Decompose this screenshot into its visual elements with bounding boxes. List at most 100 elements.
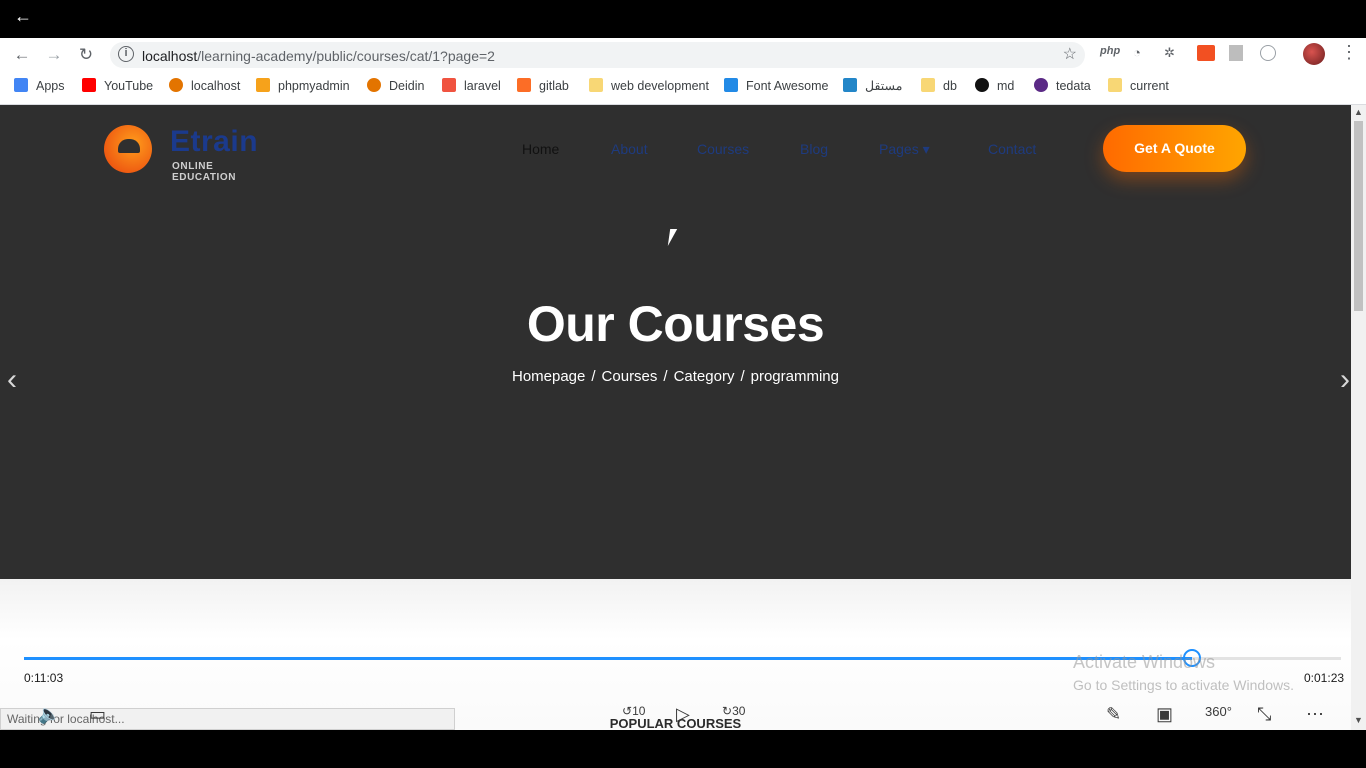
forward-label: 30 [732, 704, 746, 718]
tedata-icon [1034, 78, 1048, 92]
scroll-up-icon[interactable]: ▲ [1354, 107, 1363, 117]
more-options-icon[interactable]: ⋯ [1306, 704, 1324, 725]
etrain-logo-icon [104, 125, 152, 173]
site-logo[interactable]: Etrain ONLINE EDUCATION [104, 125, 274, 183]
browser-forward-icon[interactable]: → [43, 44, 65, 66]
bookmark-label: localhost [191, 79, 241, 93]
bug-extension-icon[interactable]: ✲ [1164, 45, 1175, 61]
bookmark-label: Font Awesome [746, 79, 829, 93]
mouse-cursor-icon [667, 229, 685, 246]
nav-contact[interactable]: Contact [988, 141, 1036, 157]
breadcrumb-separator: / [740, 368, 745, 385]
player-bottom-bar [0, 730, 1366, 768]
off-extension-icon[interactable] [1197, 45, 1215, 61]
profile-avatar[interactable] [1303, 43, 1325, 65]
folder-icon [921, 78, 935, 92]
github-icon [975, 78, 989, 92]
bookmark-localhost[interactable]: localhost [169, 76, 240, 96]
bookmark-label: tedata [1056, 79, 1091, 93]
captions-icon[interactable]: ▭ [89, 704, 106, 725]
browser-back-icon[interactable]: ← [11, 44, 33, 66]
url-path: /learning-academy/public/courses/cat/1?p… [197, 48, 495, 64]
bookmark-deidin[interactable]: Deidin [367, 76, 424, 96]
h-extension-icon[interactable] [1260, 45, 1276, 61]
logo-name: Etrain [170, 125, 259, 158]
bookmark-label: md [997, 79, 1015, 93]
bookmark-laravel[interactable]: laravel [442, 76, 501, 96]
nav-blog[interactable]: Blog [800, 141, 828, 157]
phpmyadmin-icon [256, 78, 270, 92]
page-scrollbar[interactable]: ▲ ▼ [1351, 105, 1366, 730]
page-title: Our Courses [526, 296, 825, 352]
gitlab-icon [517, 78, 531, 92]
bookmark-label: phpmyadmin [278, 79, 350, 93]
forward-30-icon[interactable]: ↻30 [722, 704, 745, 718]
activate-windows-title: Activate Windows [1073, 652, 1216, 672]
laravel-icon [442, 78, 456, 92]
folder-icon [589, 78, 603, 92]
speed-extension-icon[interactable]: ◔ [1133, 45, 1141, 60]
breadcrumb-category[interactable]: Category [674, 368, 735, 385]
reload-icon[interactable]: ↻ [75, 44, 97, 66]
address-bar[interactable]: i localhost/learning-academy/public/cour… [110, 42, 1085, 68]
nav-pages[interactable]: Pages ▾ [879, 141, 930, 158]
scrollbar-thumb[interactable] [1354, 121, 1363, 311]
pen-icon[interactable]: ✎ [1106, 704, 1121, 725]
mini-view-icon[interactable]: ▣ [1156, 704, 1173, 725]
video-player-controls: 0:11:03 0:01:23 Activate Windows Go to S… [0, 579, 1351, 731]
bookmark-label: gitlab [539, 79, 569, 93]
bookmark-db[interactable]: db [921, 76, 957, 96]
bookmark-web-development[interactable]: web development [589, 76, 709, 96]
logo-subtitle: ONLINE EDUCATION [172, 161, 237, 183]
bookmark-star-icon[interactable]: ☆ [1063, 44, 1077, 64]
volume-icon[interactable]: 🔈 [38, 704, 60, 725]
bookmark-mostaql[interactable]: مستقل [843, 76, 902, 96]
bookmark-label: مستقل [865, 79, 903, 93]
bookmark-font-awesome[interactable]: Font Awesome [724, 76, 828, 96]
doc-extension-icon[interactable] [1229, 45, 1243, 61]
breadcrumb-separator: / [591, 368, 596, 385]
get-a-quote-button[interactable]: Get A Quote [1103, 125, 1246, 172]
bookmark-apps[interactable]: Apps [14, 76, 65, 96]
breadcrumb: Homepage / Courses / Category / programming [0, 368, 1351, 385]
localhost-icon [169, 78, 183, 92]
breadcrumb-homepage[interactable]: Homepage [512, 368, 585, 385]
seek-bar-progress [24, 657, 1193, 660]
rewind-label: 10 [632, 704, 646, 718]
bookmark-current[interactable]: current [1108, 76, 1169, 96]
back-arrow-icon[interactable]: ← [14, 6, 32, 27]
bookmark-md[interactable]: md [975, 76, 1014, 96]
url-text: localhost/learning-academy/public/course… [142, 48, 495, 64]
play-icon[interactable]: ▷ [676, 704, 690, 725]
folder-icon [1108, 78, 1122, 92]
bookmark-label: laravel [464, 79, 501, 93]
bookmark-label: YouTube [104, 79, 154, 93]
scroll-down-icon[interactable]: ▼ [1354, 715, 1363, 725]
rewind-10-icon[interactable]: ↺10 [622, 704, 645, 718]
bookmark-tedata[interactable]: tedata [1034, 76, 1091, 96]
bookmark-label: web development [611, 79, 709, 93]
player-top-bar: ← [0, 0, 1366, 38]
nav-home[interactable]: Home [522, 141, 559, 157]
browser-chrome: ← → ↻ i localhost/learning-academy/publi… [0, 38, 1366, 105]
bookmark-youtube[interactable]: YouTube [82, 76, 153, 96]
breadcrumb-courses[interactable]: Courses [602, 368, 658, 385]
bookmark-phpmyadmin[interactable]: phpmyadmin [256, 76, 350, 96]
breadcrumb-programming: programming [750, 368, 839, 385]
nav-courses[interactable]: Courses [697, 141, 749, 157]
hero-section: Etrain ONLINE EDUCATION Home About Cours… [0, 105, 1351, 579]
bookmark-label: db [943, 79, 957, 93]
youtube-icon [82, 78, 96, 92]
site-info-icon[interactable]: i [118, 46, 134, 62]
360-view-icon[interactable]: 360° [1205, 704, 1232, 719]
bookmark-gitlab[interactable]: gitlab [517, 76, 569, 96]
nav-about[interactable]: About [611, 141, 648, 157]
remaining-time: 0:01:23 [1304, 671, 1345, 685]
bookmark-label: current [1130, 79, 1169, 93]
chrome-menu-icon[interactable]: ⋮ [1340, 42, 1358, 63]
php-extension-icon[interactable]: php [1100, 45, 1120, 57]
slider-next-icon[interactable]: › [1340, 363, 1350, 397]
exit-fullscreen-icon[interactable]: ⤡ [1257, 704, 1271, 725]
activate-windows-subtitle: Go to Settings to activate Windows. [1073, 677, 1294, 693]
slider-prev-icon[interactable]: ‹ [7, 363, 17, 397]
